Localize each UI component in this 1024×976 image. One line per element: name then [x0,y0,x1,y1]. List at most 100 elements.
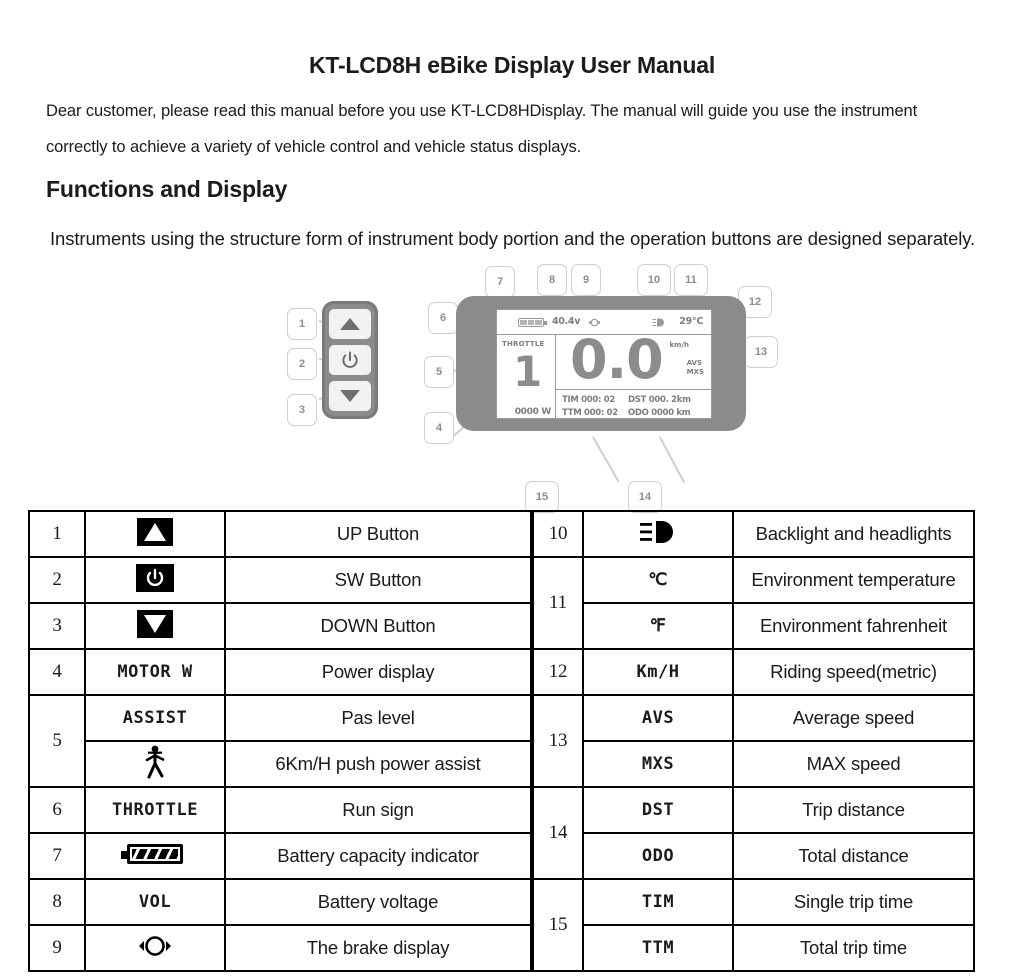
row-number: 15 [532,878,584,972]
product-diagram: 1 2 3 4 5 6 7 8 9 10 11 12 13 14 15 40.4… [0,258,1024,513]
callout-10: 10 [637,264,671,296]
callout-1: 1 [287,308,317,340]
row-description: Environment fahrenheit [732,602,975,650]
lcd-temperature: 29°C [679,316,703,327]
row-symbol: AVS [582,694,734,742]
row-description: SW Button [224,556,532,604]
row-number: 6 [28,786,86,834]
row-number: 14 [532,786,584,880]
table-row: 9 The brake display [28,924,532,972]
row-description: UP Button [224,510,532,558]
table-row: 3 DOWN Button [28,602,532,650]
callout-2: 2 [287,348,317,380]
lcd-pas-level: 1 [513,347,543,396]
callout-15: 15 [525,481,559,513]
down-button-icon [137,609,173,638]
row-number: 12 [532,648,584,696]
row-number: 10 [532,510,584,558]
row-description: Pas level [224,694,532,742]
callout-4: 4 [424,412,454,444]
row-description: 6Km/H push power assist [224,740,532,788]
lcd-speed-value: 0.0 [570,328,664,391]
headlight-icon [640,520,673,543]
lcd-tim-value: TIM 000: 02 [562,395,616,405]
lcd-mxs-label: MXS [686,368,704,376]
row-description: MAX speed [732,740,975,788]
table-row: 1 UP Button [28,510,532,558]
lcd-odo-value: ODO 0000 km [628,408,691,418]
row-number: 13 [532,694,584,788]
table-row: ℉ Environment fahrenheit [533,602,975,650]
keypad-up-button[interactable] [329,309,371,339]
lcd-speed-zone: 0.0 km/h AVS MXS [556,328,711,391]
row-number: 9 [28,924,86,972]
row-symbol [84,740,226,788]
lcd-assist-panel: THROTTLE 1 0000 W [497,335,556,420]
sw-button-icon [136,563,174,592]
row-symbol [84,602,226,650]
lcd-display-unit: 40.4v 29°C THROTTLE 1 0000 W 0.0 km/h AV… [456,296,746,431]
walking-person-icon [145,745,165,778]
row-symbol [582,510,734,558]
row-description: DOWN Button [224,602,532,650]
table-row: 8 VOL Battery voltage [28,878,532,926]
row-description: Average speed [732,694,975,742]
keypad-down-button[interactable] [329,381,371,411]
table-row: 10 Backlight and headlights [532,510,975,558]
lcd-speed-unit: km/h [669,341,690,349]
lcd-power-value: 0000 W [514,407,552,417]
leader-line-15 [659,436,686,484]
callout-14: 14 [628,481,662,513]
row-symbol [84,924,226,972]
callout-6: 6 [428,302,458,334]
table-row: MXS MAX speed [533,740,975,788]
row-symbol: DST [582,786,734,834]
table-row: 14 DST Trip distance [532,786,975,880]
table-row: TTM Total trip time [533,924,975,972]
row-symbol: MOTOR W [84,648,226,696]
legend-table-left: 1 UP Button 2 SW Button 3 DOWN Button 4 … [28,510,532,972]
callout-8: 8 [537,264,567,296]
lcd-main-panel: 0.0 km/h AVS MXS TIM 000: 02 TTM 000: 02… [556,328,711,421]
intro-paragraph: Dear customer, please read this manual b… [46,102,918,156]
row-number: 8 [28,878,86,926]
row-symbol: ℃ [582,556,734,604]
row-symbol: ASSIST [84,694,226,742]
lcd-stats-zone: TIM 000: 02 TTM 000: 02 DST 000. 2km ODO… [556,390,711,421]
row-number: 2 [28,556,86,604]
row-symbol: ODO [582,832,734,880]
table-row: ODO Total distance [533,832,975,880]
table-row: 4 MOTOR W Power display [28,648,532,696]
up-button-icon [137,517,173,546]
row-symbol [84,510,226,558]
callout-13: 13 [744,336,778,368]
page-title: KT-LCD8H eBike Display User Manual [308,52,716,78]
row-number: 5 [28,694,86,788]
row-symbol: MXS [582,740,734,788]
callout-7: 7 [485,266,515,298]
row-description: Environment temperature [732,556,975,604]
row-description: Battery voltage [224,878,532,926]
table-row: 15 TIM Single trip time [532,878,975,972]
brake-display-icon [139,935,171,956]
table-row: 13 AVS Average speed [532,694,975,788]
triangle-up-icon [340,318,360,330]
callout-3: 3 [287,394,317,426]
lcd-body: THROTTLE 1 0000 W 0.0 km/h AVS MXS TIM 0… [497,328,711,421]
row-description: The brake display [224,924,532,972]
legend-tables: 1 UP Button 2 SW Button 3 DOWN Button 4 … [28,510,975,972]
leader-line-14 [592,436,620,483]
row-number: 4 [28,648,86,696]
row-number: 3 [28,602,86,650]
row-description: Total trip time [732,924,975,972]
row-number: 7 [28,832,86,880]
row-number: 11 [532,556,584,650]
brake-icon [589,318,600,327]
row-symbol: THROTTLE [84,786,226,834]
row-description: Trip distance [732,786,975,834]
callout-9: 9 [571,264,601,296]
power-icon [342,351,358,368]
table-row: 11 ℃ Environment temperature [532,556,975,650]
lcd-ttm-value: TTM 000: 02 [562,408,618,418]
keypad-power-button[interactable] [329,345,371,375]
